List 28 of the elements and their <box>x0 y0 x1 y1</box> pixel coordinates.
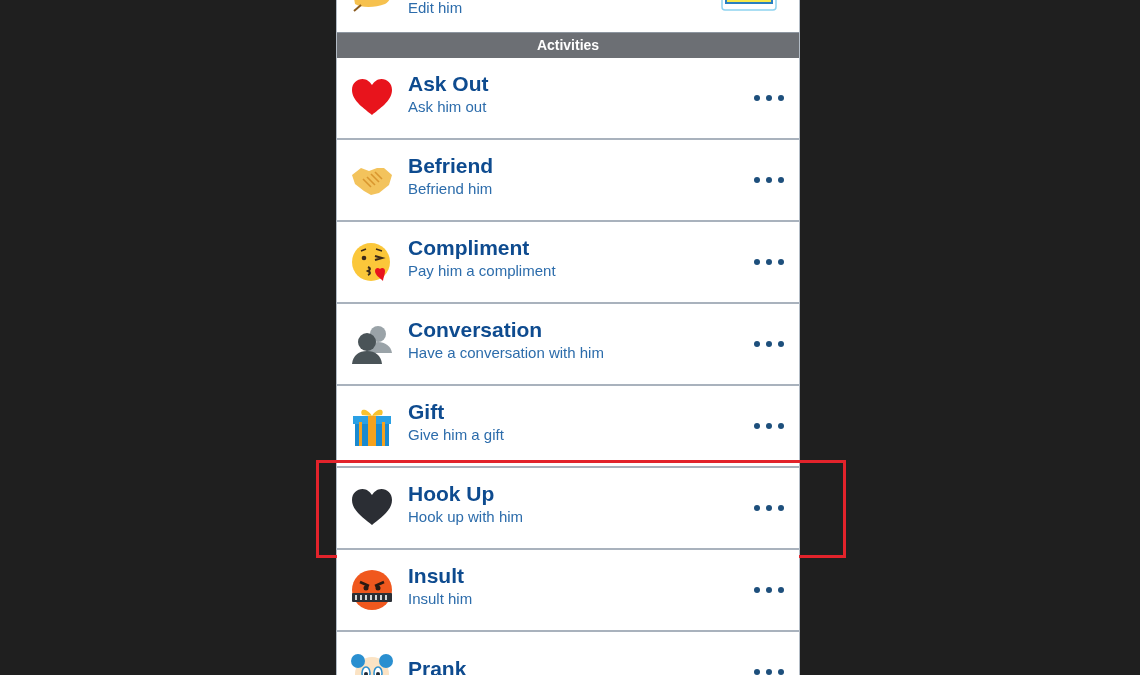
ellipsis-icon <box>754 95 784 101</box>
ellipsis-icon <box>754 587 784 593</box>
activity-title: Befriend <box>408 155 495 177</box>
activity-subtitle: Befriend him <box>408 179 494 199</box>
activity-subtitle: Ask him out <box>408 97 488 117</box>
activity-subtitle: Hook up with him <box>408 507 525 527</box>
ellipsis-icon <box>754 259 784 265</box>
ellipsis-icon <box>754 505 784 511</box>
activity-title: Hook Up <box>408 483 496 505</box>
section-title: Activities <box>536 36 600 55</box>
activity-subtitle: Have a conversation with him <box>408 343 605 363</box>
activity-title: Insult <box>408 565 465 587</box>
winking-kiss-face-icon <box>351 241 393 283</box>
angry-face-icon <box>351 569 393 611</box>
activity-title: Gift <box>408 401 446 423</box>
activity-title: Conversation <box>408 319 544 341</box>
ellipsis-icon <box>754 423 784 429</box>
activity-title: Compliment <box>408 237 531 259</box>
ellipsis-icon <box>754 177 784 183</box>
activity-subtitle: Give him a gift <box>408 425 505 445</box>
activity-subtitle: Insult him <box>408 589 474 609</box>
activity-subtitle: Pay him a compliment <box>408 261 557 281</box>
two-people-icon <box>351 323 393 365</box>
ellipsis-icon <box>754 341 784 347</box>
item-subtitle: Edit him <box>408 0 464 15</box>
badge-icon <box>721 0 777 11</box>
ellipsis-icon <box>754 669 784 675</box>
activity-title: Ask Out <box>408 73 490 95</box>
